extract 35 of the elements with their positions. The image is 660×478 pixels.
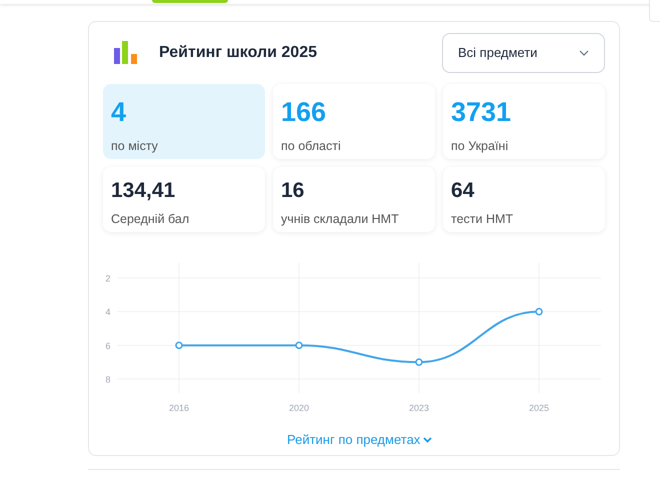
y-axis-label: 2 bbox=[106, 274, 110, 284]
stat-tile[interactable]: 4 по місту bbox=[103, 84, 265, 159]
bar-chart-icon bbox=[114, 41, 139, 65]
stat-tile[interactable]: 166 по області bbox=[273, 84, 435, 159]
chevron-down-icon bbox=[423, 436, 432, 443]
stat-tile[interactable]: 134,41 Середній бал bbox=[103, 167, 265, 232]
subject-select[interactable]: Всі предмети bbox=[442, 33, 605, 73]
x-axis-label: 2023 bbox=[408, 403, 430, 413]
data-point bbox=[535, 308, 543, 316]
stat-label: тести НМТ bbox=[451, 211, 514, 228]
stat-value: 166 bbox=[281, 96, 328, 128]
stat-value: 16 bbox=[281, 178, 306, 204]
stat-label: учнів складали НМТ bbox=[281, 211, 400, 228]
stat-value: 4 bbox=[111, 96, 128, 128]
stat-label: по Україні bbox=[451, 138, 510, 155]
stat-tile[interactable]: 3731 по Україні bbox=[443, 84, 605, 159]
stat-label: Середній бал bbox=[111, 211, 190, 228]
y-axis-label: 8 bbox=[106, 374, 110, 384]
stat-value: 134,41 bbox=[111, 178, 176, 204]
y-axis-label: 4 bbox=[106, 307, 110, 318]
data-point bbox=[175, 342, 183, 350]
data-point bbox=[415, 358, 423, 366]
stat-label: по області bbox=[281, 138, 342, 155]
y-axis-label: 6 bbox=[106, 340, 110, 351]
x-axis-label: 2016 bbox=[168, 403, 190, 413]
stat-value: 3731 bbox=[451, 96, 512, 128]
chevron-down-icon bbox=[579, 50, 589, 56]
stat-tile[interactable]: 16 учнів складали НМТ bbox=[273, 167, 435, 232]
data-point bbox=[295, 342, 303, 350]
card-title: Рейтинг школи 2025 bbox=[159, 43, 317, 63]
stat-value: 64 bbox=[451, 178, 476, 204]
stat-label: по місту bbox=[111, 138, 159, 155]
x-axis-label: 2020 bbox=[288, 403, 310, 413]
stat-tile[interactable]: 64 тести НМТ bbox=[443, 167, 605, 232]
x-axis-label: 2025 bbox=[528, 403, 550, 413]
